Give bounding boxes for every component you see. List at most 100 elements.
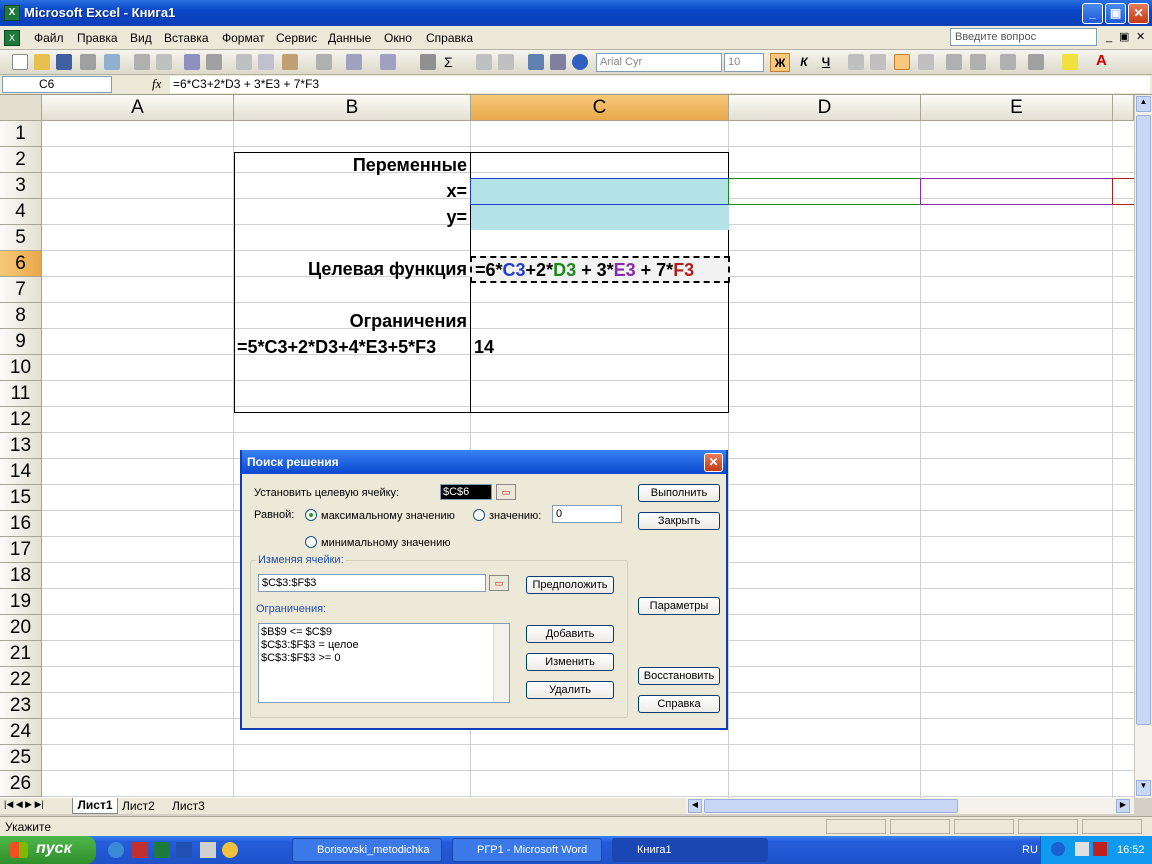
underline-button[interactable]: Ч [816, 53, 836, 72]
calculator-icon[interactable] [200, 842, 216, 858]
solve-button[interactable]: Выполнить [638, 484, 720, 502]
row-header-23[interactable]: 23 [0, 693, 42, 719]
sort-desc-icon[interactable] [498, 54, 514, 70]
doc-minimize-icon[interactable]: _ [1106, 31, 1112, 43]
row-header-11[interactable]: 11 [0, 381, 42, 407]
close-button[interactable]: ✕ [1128, 3, 1149, 24]
radio-value-label[interactable]: значению: [489, 510, 541, 522]
autosum-icon[interactable]: Σ [444, 54, 453, 70]
row-header-20[interactable]: 20 [0, 615, 42, 641]
font-name-select[interactable]: Arial Cyr [596, 53, 722, 72]
changing-ref-collapse-icon[interactable]: ▭ [489, 575, 509, 591]
menu-help[interactable]: Справка [426, 31, 473, 45]
bold-button[interactable]: Ж [770, 53, 790, 72]
new-icon[interactable] [12, 54, 28, 70]
undo-icon[interactable] [346, 54, 362, 70]
delete-button[interactable]: Удалить [526, 681, 614, 699]
print-icon[interactable] [134, 54, 150, 70]
format-painter-icon[interactable] [316, 54, 332, 70]
spelling-icon[interactable] [184, 54, 200, 70]
row-header-26[interactable]: 26 [0, 771, 42, 797]
menu-format[interactable]: Формат [222, 31, 265, 45]
column-header-a[interactable]: A [42, 95, 234, 121]
radio-max-label[interactable]: максимальному значению [321, 510, 455, 522]
cell-b3[interactable]: x= [236, 181, 467, 202]
doc-restore-icon[interactable]: ▣ [1119, 30, 1129, 43]
comma-style-icon[interactable] [970, 54, 986, 70]
help-icon[interactable] [572, 54, 588, 70]
cell-b8[interactable]: Ограничения [236, 311, 467, 332]
ask-question-input[interactable]: Введите вопрос [950, 28, 1097, 46]
align-center-icon[interactable] [870, 54, 886, 70]
acrobat-icon[interactable] [132, 842, 148, 858]
menu-data[interactable]: Данные [328, 31, 371, 45]
cut-icon[interactable] [236, 54, 252, 70]
clock-app-icon[interactable] [222, 842, 238, 858]
chart-wizard-icon[interactable] [528, 54, 544, 70]
excel-app-icon[interactable]: X [4, 5, 20, 21]
menu-edit[interactable]: Правка [77, 31, 118, 45]
tray-network-icon[interactable] [1075, 842, 1089, 856]
column-header-c[interactable]: C [471, 95, 729, 121]
options-button[interactable]: Параметры [638, 597, 720, 615]
percent-style-icon[interactable] [946, 54, 962, 70]
sort-asc-icon[interactable] [476, 54, 492, 70]
guess-button[interactable]: Предположить [526, 576, 614, 594]
menu-tools[interactable]: Сервис [276, 31, 317, 45]
scroll-up-button[interactable]: ▲ [1136, 96, 1151, 112]
print-preview-icon[interactable] [156, 54, 172, 70]
reset-button[interactable]: Восстановить [638, 667, 720, 685]
row-header-9[interactable]: 9 [0, 329, 42, 355]
name-box[interactable]: C6 [2, 76, 112, 93]
indent-icon[interactable] [1000, 54, 1016, 70]
menu-window[interactable]: Окно [384, 31, 412, 45]
cell-b6[interactable]: Целевая функция [236, 259, 467, 280]
row-header-1[interactable]: 1 [0, 121, 42, 147]
row-header-3[interactable]: 3 [0, 173, 42, 199]
row-header-6[interactable]: 6 [0, 251, 42, 277]
row-header-12[interactable]: 12 [0, 407, 42, 433]
row-header-17[interactable]: 17 [0, 537, 42, 563]
menu-file[interactable]: Файл [34, 31, 64, 45]
copy-icon[interactable] [258, 54, 274, 70]
scroll-left-button[interactable]: ◀ [688, 799, 702, 813]
radio-value[interactable] [473, 509, 485, 521]
radio-min-label[interactable]: минимальному значению [321, 537, 451, 549]
cell-b4[interactable]: y= [236, 207, 467, 228]
scroll-right-button[interactable]: ▶ [1116, 799, 1130, 813]
constraint-item[interactable]: $C$3:$F$3 = целое [261, 639, 359, 651]
permission-icon[interactable] [80, 54, 96, 70]
row-header-24[interactable]: 24 [0, 719, 42, 745]
horizontal-scrollbar[interactable]: ◀ ▶ [686, 798, 1134, 814]
column-header-e[interactable]: E [921, 95, 1113, 121]
borders-icon[interactable] [1028, 54, 1044, 70]
radio-max[interactable] [305, 509, 317, 521]
scroll-thumb[interactable] [1136, 115, 1151, 725]
doc-close-icon[interactable]: ✕ [1136, 30, 1145, 43]
constraints-list[interactable]: $B$9 <= $C$9 $C$3:$F$3 = целое $C$3:$F$3… [258, 623, 510, 703]
fill-color-icon[interactable] [1062, 54, 1078, 70]
select-all-corner[interactable] [0, 95, 42, 121]
merge-center-icon[interactable] [918, 54, 934, 70]
font-color-icon[interactable]: A [1096, 52, 1107, 69]
radio-min[interactable] [305, 536, 317, 548]
active-cell-c6[interactable]: =6*C3+2*D3 + 3*E3 + 7*F3 [470, 256, 730, 283]
cell-b9[interactable]: =5*C3+2*D3+4*E3+5*F3 [237, 337, 436, 358]
row-header-13[interactable]: 13 [0, 433, 42, 459]
row-header-14[interactable]: 14 [0, 459, 42, 485]
word-quicklaunch-icon[interactable] [176, 842, 192, 858]
formula-input[interactable]: =6*C3+2*D3 + 3*E3 + 7*F3 [170, 76, 1150, 93]
row-header-16[interactable]: 16 [0, 511, 42, 537]
tab-sheet2[interactable]: Лист2 [122, 799, 155, 813]
close-dialog-button[interactable]: Закрыть [638, 512, 720, 530]
constraint-item[interactable]: $C$3:$F$3 >= 0 [261, 652, 341, 664]
help-button[interactable]: Справка [638, 695, 720, 713]
task-word[interactable]: РГР1 - Microsoft Word [452, 838, 602, 862]
research-icon[interactable] [206, 54, 222, 70]
clock[interactable]: 16:52 [1117, 844, 1145, 856]
fx-icon[interactable]: fx [152, 76, 161, 92]
tab-nav-arrows[interactable]: |◀ ◀ ▶ ▶| [4, 799, 44, 810]
change-button[interactable]: Изменить [526, 653, 614, 671]
row-header-19[interactable]: 19 [0, 589, 42, 615]
open-icon[interactable] [34, 54, 50, 70]
